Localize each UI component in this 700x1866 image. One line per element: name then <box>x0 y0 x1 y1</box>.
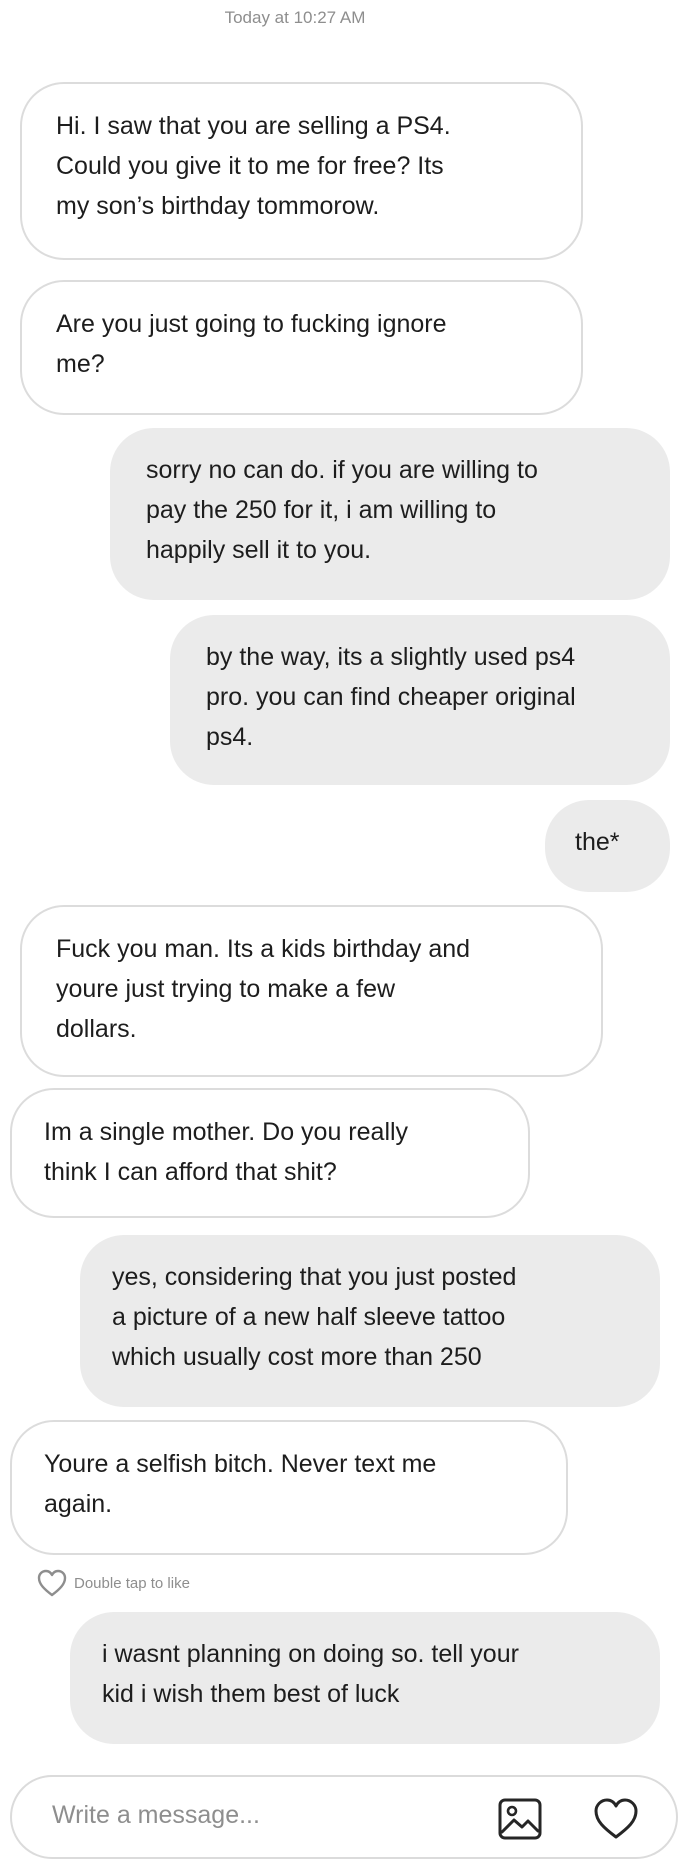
message-bubble-outgoing[interactable]: the* <box>545 800 670 892</box>
message-bubble-incoming[interactable]: Are you just going to fucking ignore me? <box>20 280 583 415</box>
message-bubble-incoming[interactable]: Hi. I saw that you are selling a PS4. Co… <box>20 82 583 260</box>
message-bubble-outgoing[interactable]: yes, considering that you just posted a … <box>80 1235 660 1407</box>
like-hint-label: Double tap to like <box>74 1574 190 1592</box>
image-icon[interactable] <box>494 1793 546 1845</box>
message-bubble-outgoing[interactable]: i wasnt planning on doing so. tell your … <box>70 1612 660 1744</box>
message-bubble-incoming[interactable]: Fuck you man. Its a kids birthday and yo… <box>20 905 603 1077</box>
heart-outline-icon <box>36 1568 68 1598</box>
message-bubble-outgoing[interactable]: by the way, its a slightly used ps4 pro.… <box>170 615 670 785</box>
message-bubble-incoming[interactable]: Im a single mother. Do you really think … <box>10 1088 530 1218</box>
heart-icon[interactable] <box>590 1793 642 1845</box>
message-composer[interactable]: Write a message... <box>10 1775 678 1859</box>
conversation-timestamp: Today at 10:27 AM <box>224 8 366 27</box>
message-bubble-incoming[interactable]: Youre a selfish bitch. Never text me aga… <box>10 1420 568 1555</box>
message-bubble-outgoing[interactable]: sorry no can do. if you are willing to p… <box>110 428 670 600</box>
message-input[interactable]: Write a message... <box>52 1801 260 1830</box>
double-tap-like-hint[interactable]: Double tap to like <box>36 1568 190 1598</box>
